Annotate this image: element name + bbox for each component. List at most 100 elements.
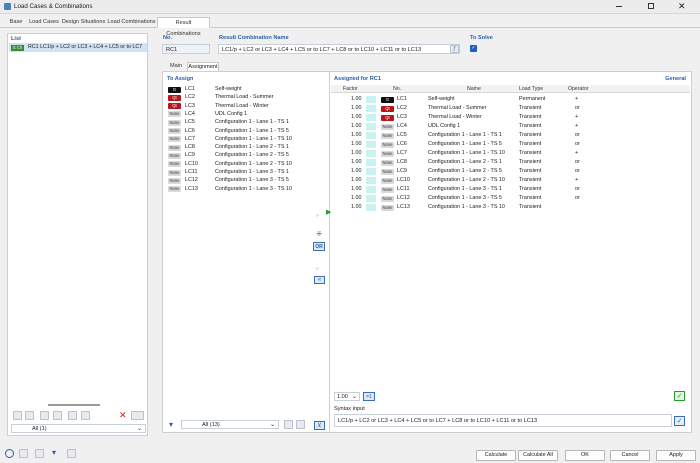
- assigned-row[interactable]: 1.00 None LC7 Configuration 1 - Lane 1 - TS…: [331, 149, 690, 158]
- ok-button[interactable]: OK: [565, 450, 605, 461]
- operator[interactable]: +: [575, 113, 578, 122]
- move-up-icon[interactable]: [40, 411, 49, 420]
- operator[interactable]: or: [575, 140, 580, 149]
- maximize-icon[interactable]: [648, 3, 654, 9]
- list-scrollbar[interactable]: [48, 404, 100, 406]
- factor-value[interactable]: 1.00: [351, 140, 362, 149]
- factor-select[interactable]: 1.00 ⌄: [334, 392, 360, 401]
- assigned-row[interactable]: 1.00 None LC13 Configuration 1 - Lane 3 - T…: [331, 203, 690, 212]
- units-icon[interactable]: [19, 449, 28, 458]
- tab-load-combinations[interactable]: Load Combinations: [107, 17, 156, 28]
- or-button[interactable]: OR: [313, 242, 325, 251]
- factor-cell-highlight: [366, 186, 376, 193]
- operator[interactable]: or: [575, 131, 580, 140]
- search-icon[interactable]: [5, 449, 14, 458]
- operator[interactable]: +: [575, 122, 578, 131]
- load-case-number: LC6: [397, 141, 407, 147]
- title-bar: Load Cases & Combinations ✕: [0, 0, 700, 14]
- assigned-row[interactable]: 1.00 Qt LC2 Thermal Load - Summer Transient o…: [331, 104, 690, 113]
- factor-apply-button[interactable]: =1: [363, 392, 375, 401]
- factor-value[interactable]: 1.00: [351, 149, 362, 158]
- close-icon[interactable]: ✕: [678, 1, 686, 11]
- factor-value[interactable]: 1.00: [351, 122, 362, 131]
- col-operator: Operator: [568, 86, 589, 92]
- subtab-main[interactable]: Main: [166, 62, 186, 71]
- no-field[interactable]: RC1: [162, 44, 210, 54]
- list-options-icon[interactable]: [131, 411, 144, 420]
- edit-name-icon[interactable]: ƒ: [450, 45, 459, 53]
- factor-value[interactable]: 1.00: [351, 131, 362, 140]
- copy-item-icon[interactable]: [25, 411, 34, 420]
- check-all-icon[interactable]: [284, 420, 293, 429]
- to-solve-checkbox[interactable]: ✓: [470, 45, 477, 52]
- remove-one-icon[interactable]: «: [316, 266, 319, 272]
- load-case-name: Configuration 1 - Lane 3 - TS 1: [428, 186, 502, 192]
- delete-icon[interactable]: ✕: [119, 410, 127, 420]
- move-down-bottom-icon[interactable]: ⊻: [314, 421, 325, 430]
- load-type-badge: None: [168, 152, 181, 159]
- operator[interactable]: or: [575, 104, 580, 113]
- load-case-number: LC12: [397, 195, 410, 201]
- list-filter-select[interactable]: All (1) ⌄: [11, 424, 146, 433]
- tab-load-cases[interactable]: Load Cases: [28, 17, 60, 28]
- factor-value[interactable]: 1.00: [351, 176, 362, 185]
- operator[interactable]: +: [575, 176, 578, 185]
- load-case-number: LC2: [397, 105, 407, 111]
- uncheck-all-icon[interactable]: [296, 420, 305, 429]
- assigned-row[interactable]: 1.00 Qt LC3 Thermal Load - Winter Transient +: [331, 113, 690, 122]
- load-case-name: Self-weight: [428, 96, 455, 102]
- list-item[interactable]: S Ch RC1 LC1/p + LC2 or LC3 + LC4 + LC5 …: [9, 43, 147, 52]
- cancel-button[interactable]: Cancel: [610, 450, 650, 461]
- to-assign-filter-select[interactable]: All (13) ⌄: [181, 420, 279, 429]
- move-down-icon[interactable]: [53, 411, 62, 420]
- remove-all-icon[interactable]: «: [314, 276, 325, 284]
- operator[interactable]: +: [575, 95, 578, 104]
- factor-value[interactable]: 1.00: [351, 113, 362, 122]
- new-item-icon[interactable]: [13, 411, 22, 420]
- assigned-row[interactable]: 1.00 None LC8 Configuration 1 - Lane 2 - TS…: [331, 158, 690, 167]
- apply-button[interactable]: Apply: [656, 450, 696, 461]
- factor-value[interactable]: 1.00: [351, 158, 362, 167]
- operator[interactable]: +: [575, 149, 578, 158]
- filter-icon[interactable]: ▾: [52, 448, 56, 457]
- assigned-row[interactable]: 1.00 None LC6 Configuration 1 - Lane 1 - TS…: [331, 140, 690, 149]
- operator[interactable]: or: [575, 185, 580, 194]
- factor-value[interactable]: 1.00: [351, 203, 362, 212]
- model-icon[interactable]: [35, 449, 44, 458]
- confirm-assignment-icon[interactable]: ✓: [674, 391, 685, 401]
- factor-value[interactable]: 1.00: [351, 185, 362, 194]
- factor-value[interactable]: 1.00: [351, 167, 362, 176]
- renumber-icon[interactable]: [81, 411, 90, 420]
- calculate-all-button[interactable]: Calculate All: [518, 450, 558, 461]
- assign-one-icon[interactable]: »: [316, 213, 319, 219]
- factor-value[interactable]: 1.00: [351, 104, 362, 113]
- operator[interactable]: or: [575, 167, 580, 176]
- filter-icon[interactable]: ▾: [169, 420, 177, 429]
- to-assign-row[interactable]: None LC13 Configuration 1 - Lane 3 - TS 10: [165, 185, 311, 194]
- tab-result-combinations[interactable]: Result Combinations: [157, 17, 210, 37]
- factor-value[interactable]: 1.00: [351, 95, 362, 104]
- assigned-row[interactable]: 1.00 None LC9 Configuration 1 - Lane 2 - TS…: [331, 167, 690, 176]
- assigned-row[interactable]: 1.00 None LC4 UDL Config 1 Transient +: [331, 122, 690, 131]
- name-field[interactable]: LC1/p + LC2 or LC3 + LC4 + LC5 or to LC7…: [218, 44, 460, 54]
- syntax-input[interactable]: LC1/p + LC2 or LC3 + LC4 + LC5 or to LC7…: [334, 414, 672, 427]
- factor-value[interactable]: 1.00: [351, 194, 362, 203]
- tab-design-situations[interactable]: Design Situations: [61, 17, 106, 28]
- tab-base[interactable]: Base: [6, 17, 26, 28]
- assigned-row[interactable]: 1.00 None LC5 Configuration 1 - Lane 1 - TS…: [331, 131, 690, 140]
- assigned-row[interactable]: 1.00 G LC1 Self-weight Permanent +: [331, 95, 690, 104]
- operator[interactable]: or: [575, 194, 580, 203]
- calculate-button[interactable]: Calculate: [476, 450, 516, 461]
- sort-icon[interactable]: [68, 411, 77, 420]
- assigned-row[interactable]: 1.00 None LC10 Configuration 1 - Lane 2 - T…: [331, 176, 690, 185]
- load-type-badge: None: [381, 177, 394, 184]
- apply-syntax-icon[interactable]: ✓: [674, 416, 685, 426]
- subtab-assignment[interactable]: Assignment: [187, 62, 219, 71]
- function-icon[interactable]: [67, 449, 76, 458]
- assigned-row[interactable]: 1.00 None LC12 Configuration 1 - Lane 3 - T…: [331, 194, 690, 203]
- assigned-row[interactable]: 1.00 None LC11 Configuration 1 - Lane 3 - T…: [331, 185, 690, 194]
- load-type: Transient: [519, 186, 542, 192]
- assign-all-icon[interactable]: ⁜: [314, 231, 324, 239]
- minimize-icon[interactable]: [616, 6, 622, 7]
- operator[interactable]: or: [575, 158, 580, 167]
